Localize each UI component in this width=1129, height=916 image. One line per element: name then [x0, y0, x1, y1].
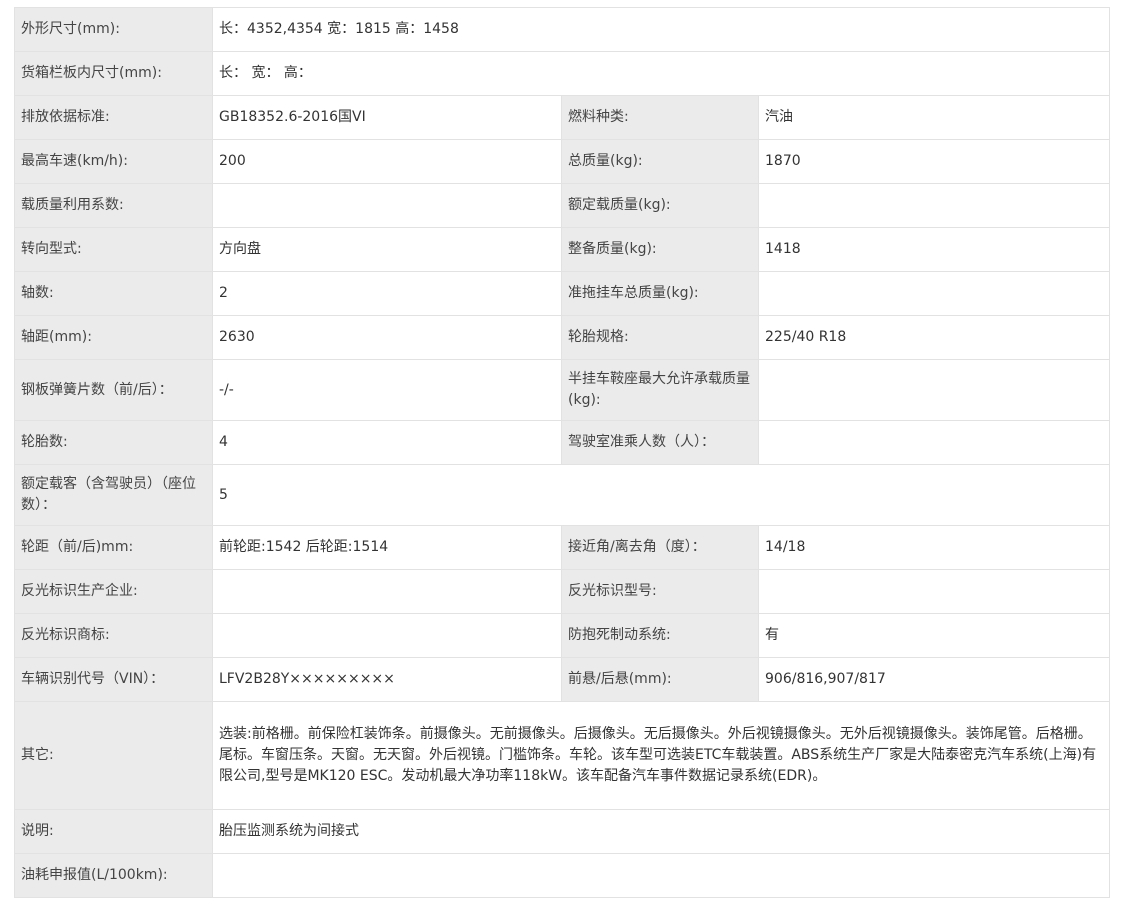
- table-row: 外形尺寸(mm): 长：4352,4354 宽：1815 高：1458: [14, 7, 1111, 52]
- spec-label-reflector-brand: 反光标识商标:: [14, 613, 213, 658]
- spec-label-rated-load: 额定载质量(kg):: [561, 183, 759, 228]
- spec-label-reflector-model: 反光标识型号:: [561, 569, 759, 614]
- spec-label-axle-count: 轴数:: [14, 271, 213, 316]
- table-row: 轴距(mm): 2630 轮胎规格: 225/40 R18: [14, 315, 1111, 360]
- spec-label-wheelbase: 轴距(mm):: [14, 315, 213, 360]
- table-row: 货箱栏板内尺寸(mm): 长： 宽： 高：: [14, 51, 1111, 96]
- spec-label-cargo-box-dimensions: 货箱栏板内尺寸(mm):: [14, 51, 213, 96]
- spec-value-max-speed: 200: [212, 139, 562, 184]
- spec-label-tire-count: 轮胎数:: [14, 420, 213, 465]
- spec-label-max-speed: 最高车速(km/h):: [14, 139, 213, 184]
- table-row: 最高车速(km/h): 200 总质量(kg): 1870: [14, 139, 1111, 184]
- spec-label-cab-occupants: 驾驶室准乘人数（人）：: [561, 420, 759, 465]
- table-row: 油耗申报值(L/100km):: [14, 853, 1111, 898]
- spec-value-approach-departure-angle: 14/18: [757, 525, 1111, 570]
- spec-label-tire-spec: 轮胎规格:: [561, 315, 759, 360]
- spec-value-wheelbase: 2630: [212, 315, 562, 360]
- spec-value-rated-load: [757, 183, 1111, 228]
- table-row: 轴数: 2 准拖挂车总质量(kg):: [14, 271, 1111, 316]
- spec-label-fuel-consumption: 油耗申报值(L/100km):: [14, 853, 213, 898]
- table-row: 反光标识生产企业: 反光标识型号:: [14, 569, 1111, 614]
- spec-label-steering: 转向型式:: [14, 227, 213, 272]
- table-row: 其它: 选装:前格栅。前保险杠装饰条。前摄像头。无前摄像头。后摄像头。无后摄像头…: [14, 701, 1111, 810]
- spec-label-saddle-load: 半挂车鞍座最大允许承载质量(kg):: [561, 359, 759, 421]
- table-row: 轮距（前/后)mm: 前轮距:1542 后轮距:1514 接近角/离去角（度）：…: [14, 525, 1111, 570]
- spec-value-reflector-brand: [212, 613, 562, 658]
- spec-label-dimensions: 外形尺寸(mm):: [14, 7, 213, 52]
- spec-value-load-utilization: [212, 183, 562, 228]
- table-row: 车辆识别代号（VIN）： LFV2B28Y××××××××× 前悬/后悬(mm)…: [14, 657, 1111, 702]
- spec-label-load-utilization: 载质量利用系数:: [14, 183, 213, 228]
- spec-label-seating-capacity: 额定载客（含驾驶员）（座位数）：: [14, 464, 213, 526]
- spec-value-fuel-consumption: [211, 853, 1111, 898]
- spec-value-track-width: 前轮距:1542 后轮距:1514: [212, 525, 562, 570]
- spec-label-gross-mass: 总质量(kg):: [561, 139, 759, 184]
- spec-value-tire-spec: 225/40 R18: [757, 315, 1111, 360]
- spec-label-track-width: 轮距（前/后)mm:: [14, 525, 213, 570]
- spec-value-seating-capacity: 5: [211, 464, 1111, 526]
- spec-value-reflector-maker: [212, 569, 562, 614]
- spec-label-abs: 防抱死制动系统:: [561, 613, 759, 658]
- spec-value-overhang: 906/816,907/817: [757, 657, 1111, 702]
- table-row: 钢板弹簧片数（前/后）： -/- 半挂车鞍座最大允许承载质量(kg):: [14, 359, 1111, 421]
- vehicle-spec-table: 外形尺寸(mm): 长：4352,4354 宽：1815 高：1458 货箱栏板…: [14, 7, 1111, 898]
- spec-value-reflector-model: [757, 569, 1111, 614]
- spec-value-notes: 胎压监测系统为间接式: [211, 809, 1111, 854]
- spec-value-fuel-type: 汽油: [757, 95, 1111, 140]
- spec-value-emission-standard: GB18352.6-2016国VI: [212, 95, 562, 140]
- table-row: 排放依据标准: GB18352.6-2016国VI 燃料种类: 汽油: [14, 95, 1111, 140]
- spec-value-steering: 方向盘: [212, 227, 562, 272]
- spec-value-leaf-springs: -/-: [212, 359, 562, 421]
- spec-label-reflector-maker: 反光标识生产企业:: [14, 569, 213, 614]
- spec-value-other: 选装:前格栅。前保险杠装饰条。前摄像头。无前摄像头。后摄像头。无后摄像头。外后视…: [211, 701, 1111, 810]
- spec-label-curb-mass: 整备质量(kg):: [561, 227, 759, 272]
- spec-value-cab-occupants: [757, 420, 1111, 465]
- spec-label-notes: 说明:: [14, 809, 213, 854]
- spec-label-fuel-type: 燃料种类:: [561, 95, 759, 140]
- spec-value-abs: 有: [757, 613, 1111, 658]
- table-row: 反光标识商标: 防抱死制动系统: 有: [14, 613, 1111, 658]
- spec-label-overhang: 前悬/后悬(mm):: [561, 657, 759, 702]
- spec-value-vin: LFV2B28Y×××××××××: [212, 657, 562, 702]
- table-row: 载质量利用系数: 额定载质量(kg):: [14, 183, 1111, 228]
- spec-value-gross-mass: 1870: [757, 139, 1111, 184]
- spec-value-dimensions: 长：4352,4354 宽：1815 高：1458: [211, 7, 1111, 52]
- spec-value-saddle-load: [757, 359, 1111, 421]
- spec-value-axle-count: 2: [212, 271, 562, 316]
- spec-label-leaf-springs: 钢板弹簧片数（前/后）：: [14, 359, 213, 421]
- table-row: 说明: 胎压监测系统为间接式: [14, 809, 1111, 854]
- spec-value-curb-mass: 1418: [757, 227, 1111, 272]
- spec-value-cargo-box-dimensions: 长： 宽： 高：: [211, 51, 1111, 96]
- spec-value-tire-count: 4: [212, 420, 562, 465]
- table-row: 转向型式: 方向盘 整备质量(kg): 1418: [14, 227, 1111, 272]
- table-row: 额定载客（含驾驶员）（座位数）： 5: [14, 464, 1111, 526]
- spec-label-approach-departure-angle: 接近角/离去角（度）：: [561, 525, 759, 570]
- spec-label-other: 其它:: [14, 701, 213, 810]
- spec-label-emission-standard: 排放依据标准:: [14, 95, 213, 140]
- spec-value-trailer-mass: [757, 271, 1111, 316]
- table-row: 轮胎数: 4 驾驶室准乘人数（人）：: [14, 420, 1111, 465]
- spec-label-trailer-mass: 准拖挂车总质量(kg):: [561, 271, 759, 316]
- spec-label-vin: 车辆识别代号（VIN）：: [14, 657, 213, 702]
